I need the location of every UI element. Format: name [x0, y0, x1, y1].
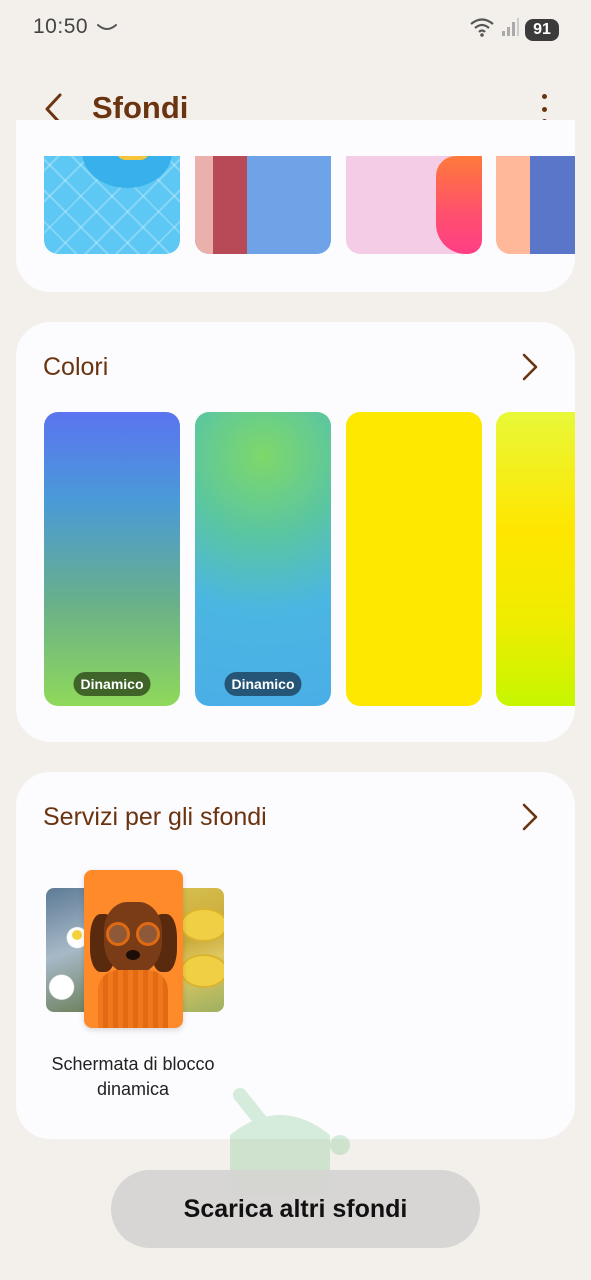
more-options-icon [541, 94, 547, 99]
status-time: 10:50 [33, 15, 89, 38]
color-wallpaper-thumb[interactable]: Dinamico [44, 412, 180, 706]
status-bar: 10:50 91 [0, 0, 591, 56]
wallpaper-stripe [530, 156, 575, 254]
colors-header[interactable]: Colori [43, 350, 553, 386]
daisy-center [72, 930, 82, 940]
wallpaper-thumb[interactable] [195, 156, 331, 254]
download-more-wallpapers-button[interactable]: Scarica altri sfondi [111, 1170, 480, 1248]
wallpaper-thumb[interactable] [496, 156, 575, 254]
colors-title: Colori [43, 353, 109, 381]
download-more-label: Scarica altri sfondi [183, 1194, 408, 1223]
macaron-shape [180, 908, 224, 942]
dog-wallpaper-image [84, 870, 183, 1028]
more-dot [541, 106, 547, 112]
wallpaper-thumb[interactable] [44, 156, 180, 254]
services-title: Servizi per gli sfondi [43, 803, 267, 831]
services-card: Servizi per gli sfondi Schermata di bloc… [16, 772, 575, 1139]
notification-tilde-icon [96, 20, 118, 38]
signal-icon [501, 17, 519, 42]
colors-card: Colori Dinamico Dinamico [16, 322, 575, 742]
color-wallpaper-thumb[interactable] [496, 412, 575, 706]
services-header[interactable]: Servizi per gli sfondi [43, 800, 553, 836]
label-line: dinamica [96, 1079, 170, 1099]
dog-nose [126, 950, 140, 960]
glasses-lens [106, 922, 130, 946]
wallpaper-stripe [213, 156, 247, 254]
dynamic-lockscreen-label[interactable]: Schermata di blocco dinamica [38, 1052, 228, 1102]
wallpaper-thumb[interactable] [346, 156, 482, 254]
battery-icon: 91 [525, 18, 559, 41]
status-icons: 91 [469, 16, 559, 43]
label-line: Schermata di blocco [51, 1054, 215, 1074]
macaron-shape [180, 954, 224, 988]
dynamic-badge: Dinamico [224, 672, 302, 696]
dynamic-lockscreen-thumb[interactable] [46, 870, 224, 1030]
color-wallpaper-thumb[interactable]: Dinamico [195, 412, 331, 706]
dynamic-badge: Dinamico [73, 672, 151, 696]
wallpaper-shape [436, 156, 482, 254]
color-wallpaper-thumb[interactable] [346, 412, 482, 706]
chevron-right-icon [522, 803, 538, 831]
glasses-lens [136, 922, 160, 946]
wallpaper-stripe [195, 156, 213, 254]
wifi-icon [469, 16, 495, 43]
wallpapers-card [16, 120, 575, 292]
chevron-right-icon [522, 353, 538, 381]
dog-sweater [98, 970, 168, 1028]
